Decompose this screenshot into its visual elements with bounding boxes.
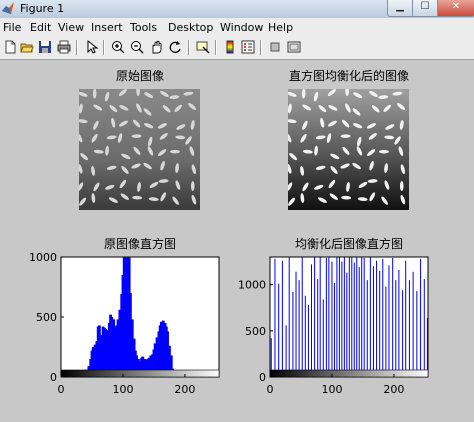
rice-grain bbox=[399, 180, 404, 191]
gray-colorbar bbox=[269, 369, 429, 378]
histogram-bar bbox=[376, 260, 378, 377]
histogram-bar bbox=[398, 269, 400, 377]
original-image bbox=[79, 89, 200, 210]
histogram-bar bbox=[298, 280, 300, 377]
histogram-bar bbox=[392, 257, 394, 377]
histogram-bar bbox=[331, 261, 333, 377]
histogram-bar bbox=[317, 279, 319, 377]
histogram-bar bbox=[292, 292, 294, 377]
histogram-bar bbox=[385, 286, 387, 377]
histogram-bar bbox=[382, 258, 384, 377]
rice-grain bbox=[190, 180, 195, 191]
x-tick-label: 100 bbox=[112, 383, 133, 396]
histogram-bar bbox=[366, 280, 368, 377]
y-tick-label: 0 bbox=[259, 371, 266, 384]
histogram-bar bbox=[372, 266, 374, 377]
histogram-bar bbox=[333, 282, 335, 377]
histogram-bar bbox=[281, 260, 283, 377]
histogram-bar bbox=[423, 279, 425, 377]
histogram-bar bbox=[319, 257, 321, 377]
x-tick-label: 0 bbox=[267, 383, 274, 396]
y-tick-label: 500 bbox=[245, 325, 266, 338]
histogram-bar bbox=[369, 257, 371, 377]
histogram-bar bbox=[395, 280, 397, 377]
histogram-bar bbox=[416, 291, 418, 377]
x-tick-label: 0 bbox=[58, 383, 65, 396]
histogram-bar bbox=[358, 267, 360, 377]
y-tick-label: 0 bbox=[50, 371, 57, 384]
figure-canvas: 0 100 200 0 500 1000 0 100 200 0 500 1000 bbox=[29, 89, 429, 396]
histogram-bar bbox=[353, 262, 355, 377]
histogram-bar bbox=[314, 257, 316, 377]
x-tick-label: 200 bbox=[383, 383, 404, 396]
histogram-bar bbox=[343, 257, 345, 377]
histogram-bar bbox=[295, 271, 297, 377]
x-tick-label: 200 bbox=[174, 383, 195, 396]
y-tick-label: 1000 bbox=[238, 279, 266, 292]
histogram-bar bbox=[285, 325, 287, 377]
equalized-image bbox=[288, 89, 409, 210]
histogram-bar bbox=[341, 261, 343, 377]
histogram-bar bbox=[420, 258, 422, 377]
histogram-bar bbox=[288, 257, 290, 377]
histogram-bar bbox=[328, 257, 330, 377]
histogram-bar bbox=[301, 257, 303, 377]
original-histogram: 0 100 200 0 500 1000 bbox=[29, 251, 220, 396]
rice-grain bbox=[169, 149, 180, 154]
histogram-bar bbox=[412, 271, 414, 377]
gray-colorbar bbox=[60, 369, 220, 378]
histogram-bar bbox=[361, 257, 363, 377]
histogram-bar bbox=[325, 257, 327, 377]
histogram-bar bbox=[304, 295, 306, 377]
equalized-histogram: 0 100 200 0 500 1000 bbox=[238, 256, 429, 396]
histogram-bar bbox=[346, 272, 348, 377]
histogram-bar bbox=[379, 270, 381, 377]
histogram-bar bbox=[356, 257, 358, 377]
plot-area bbox=[60, 256, 220, 378]
rice-grain bbox=[378, 149, 389, 154]
histogram-bar bbox=[348, 257, 350, 377]
histogram-bar bbox=[408, 280, 410, 377]
histogram-bar bbox=[388, 265, 390, 377]
y-tick-label: 500 bbox=[36, 311, 57, 324]
histogram-bar bbox=[351, 257, 353, 377]
x-tick-label: 100 bbox=[321, 383, 342, 396]
histogram-bar bbox=[274, 258, 276, 377]
histogram-bar bbox=[363, 257, 365, 377]
histogram-bar bbox=[307, 305, 309, 377]
histogram-bar bbox=[426, 317, 428, 377]
histogram-bar bbox=[311, 264, 313, 377]
histogram-bar bbox=[338, 257, 340, 377]
y-tick-label: 1000 bbox=[29, 251, 57, 264]
histogram-bar bbox=[402, 290, 404, 377]
histogram-bar bbox=[405, 260, 407, 377]
histogram-bar bbox=[278, 283, 280, 377]
histogram-bar bbox=[336, 257, 338, 377]
histogram-bar bbox=[322, 299, 324, 377]
